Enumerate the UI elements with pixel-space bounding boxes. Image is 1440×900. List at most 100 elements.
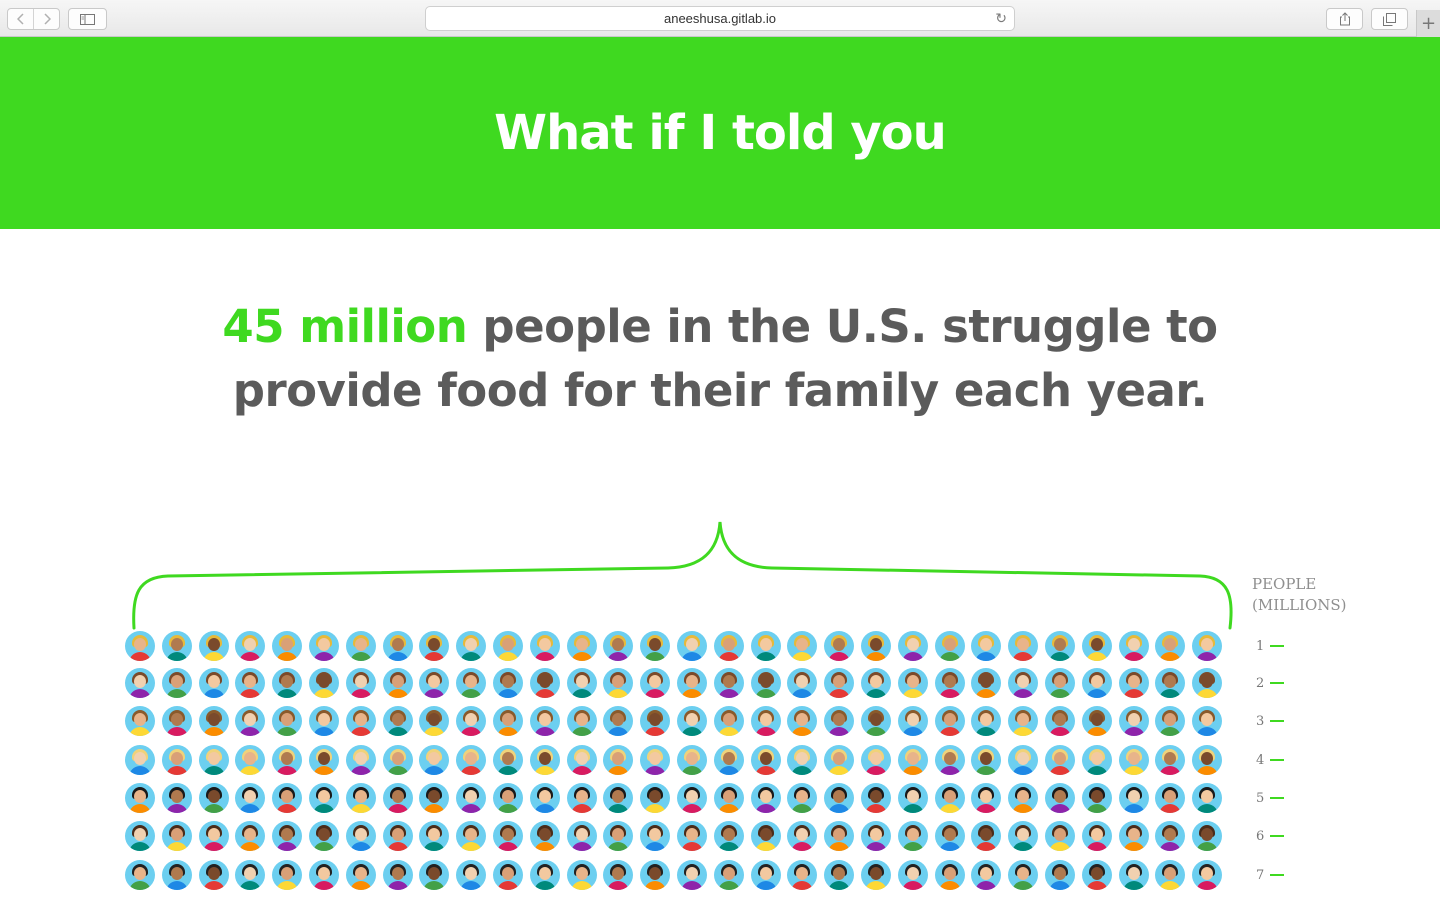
- person-avatar-icon: [861, 745, 891, 775]
- person-avatar-icon: [1192, 745, 1223, 775]
- person-avatar-icon: [971, 631, 1002, 661]
- person-avatar-icon: [787, 860, 818, 890]
- chevron-right-icon: [43, 13, 51, 25]
- person-avatar-icon: [125, 706, 155, 736]
- person-avatar-icon: [677, 821, 707, 851]
- person-avatar-icon: [897, 745, 928, 775]
- person-avatar-icon: [566, 668, 597, 698]
- person-avatar-icon: [272, 783, 303, 813]
- person-avatar-icon: [1008, 745, 1039, 775]
- back-button[interactable]: [8, 9, 34, 29]
- show-tabs-button[interactable]: [1371, 8, 1408, 30]
- person-avatar-icon: [713, 631, 744, 661]
- person-avatar-icon: [456, 706, 487, 736]
- statement-highlight: 45 million: [222, 300, 468, 353]
- tick-mark: [1270, 835, 1285, 837]
- person-avatar-icon: [787, 745, 818, 775]
- person-avatar-icon: [125, 745, 155, 775]
- person-avatar-icon: [529, 821, 560, 851]
- avatar-row: [125, 631, 1245, 663]
- person-avatar-icon: [1118, 821, 1149, 851]
- person-avatar-icon: [419, 821, 450, 851]
- person-avatar-icon: [309, 821, 339, 851]
- person-avatar-icon: [1192, 706, 1223, 736]
- person-avatar-icon: [419, 706, 450, 736]
- person-avatar-icon: [1155, 783, 1186, 813]
- share-button[interactable]: [1326, 8, 1363, 30]
- person-avatar-icon: [1155, 706, 1186, 736]
- person-avatar-icon: [456, 783, 487, 813]
- person-avatar-icon: [640, 706, 671, 736]
- person-avatar-icon: [1192, 668, 1223, 698]
- person-avatar-icon: [529, 783, 560, 813]
- person-avatar-icon: [787, 783, 818, 813]
- person-avatar-icon: [309, 860, 339, 890]
- sidebar-toggle-button[interactable]: [68, 8, 107, 30]
- person-avatar-icon: [1118, 745, 1149, 775]
- person-avatar-icon: [529, 668, 560, 698]
- person-avatar-icon: [566, 706, 597, 736]
- person-avatar-icon: [1081, 821, 1112, 851]
- person-avatar-icon: [603, 783, 634, 813]
- person-avatar-icon: [456, 631, 487, 661]
- person-avatar-icon: [309, 631, 339, 661]
- forward-button[interactable]: [34, 9, 59, 29]
- person-avatar-icon: [161, 783, 192, 813]
- person-avatar-icon: [198, 706, 229, 736]
- browser-toolbar: aneeshusa.gitlab.io ↻ +: [0, 0, 1440, 37]
- hero-title: What if I told you: [494, 105, 947, 161]
- person-avatar-icon: [1192, 631, 1223, 661]
- person-avatar-icon: [493, 783, 523, 813]
- person-avatar-icon: [382, 706, 413, 736]
- person-avatar-icon: [419, 783, 450, 813]
- person-avatar-icon: [1008, 631, 1039, 661]
- person-avatar-icon: [1155, 821, 1186, 851]
- person-avatar-icon: [934, 631, 965, 661]
- row-tick-label: 5: [1256, 788, 1285, 808]
- person-avatar-icon: [345, 821, 376, 851]
- person-avatar-icon: [1081, 745, 1112, 775]
- person-avatar-icon: [934, 821, 965, 851]
- person-avatar-icon: [971, 745, 1002, 775]
- person-avatar-icon: [456, 860, 487, 890]
- person-avatar-icon: [345, 745, 376, 775]
- person-avatar-icon: [1118, 783, 1149, 813]
- person-avatar-icon: [566, 860, 597, 890]
- person-avatar-icon: [750, 783, 781, 813]
- person-avatar-icon: [198, 860, 229, 890]
- person-avatar-icon: [493, 631, 523, 661]
- person-avatar-icon: [529, 860, 560, 890]
- person-avatar-icon: [750, 706, 781, 736]
- tick-value: 7: [1256, 867, 1265, 883]
- axis-title-text: PEOPLE (MILLIONS): [1252, 575, 1347, 614]
- person-avatar-icon: [1045, 821, 1075, 851]
- person-avatar-icon: [640, 860, 671, 890]
- person-avatar-icon: [971, 860, 1002, 890]
- reload-icon[interactable]: ↻: [995, 10, 1007, 27]
- person-avatar-icon: [677, 860, 707, 890]
- person-avatar-icon: [861, 821, 891, 851]
- person-avatar-icon: [603, 706, 634, 736]
- avatar-row: [125, 860, 1245, 892]
- tabs-icon: [1383, 12, 1396, 26]
- person-avatar-icon: [1118, 706, 1149, 736]
- tick-value: 3: [1256, 713, 1265, 729]
- person-avatar-icon: [1081, 706, 1112, 736]
- person-avatar-icon: [640, 745, 671, 775]
- person-avatar-icon: [971, 783, 1002, 813]
- person-avatar-icon: [493, 821, 523, 851]
- person-avatar-icon: [1155, 745, 1186, 775]
- person-avatar-icon: [566, 745, 597, 775]
- person-avatar-icon: [897, 860, 928, 890]
- avatar-row: [125, 745, 1245, 777]
- person-avatar-icon: [750, 668, 781, 698]
- row-tick-label: 7: [1256, 865, 1285, 885]
- new-tab-button[interactable]: +: [1416, 10, 1440, 37]
- person-avatar-icon: [161, 745, 192, 775]
- tick-mark: [1270, 682, 1285, 684]
- person-avatar-icon: [419, 860, 450, 890]
- person-avatar-icon: [198, 783, 229, 813]
- person-avatar-icon: [713, 745, 744, 775]
- address-bar[interactable]: aneeshusa.gitlab.io ↻: [425, 6, 1015, 31]
- person-avatar-icon: [125, 668, 155, 698]
